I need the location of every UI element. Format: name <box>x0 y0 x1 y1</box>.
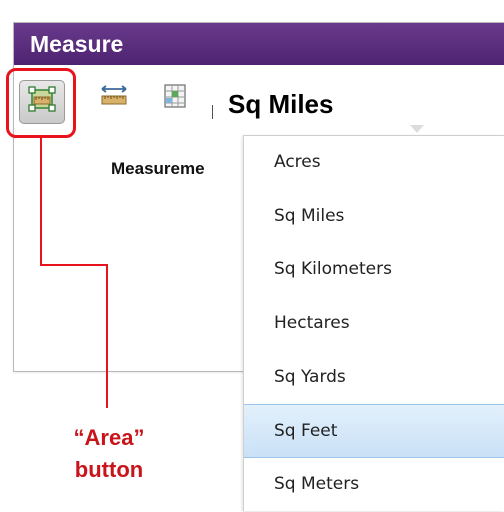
toolbar-separator <box>212 105 213 119</box>
callout-line-horizontal <box>40 264 108 266</box>
area-button-callout: “Area” button <box>50 422 168 486</box>
measurement-label: Measureme <box>111 159 205 178</box>
unit-option-acres[interactable]: Acres <box>244 136 504 190</box>
callout-line-vertical-1 <box>40 137 42 265</box>
panel-title: Measure <box>14 23 504 65</box>
unit-option-sq-feet[interactable]: Sq Feet <box>244 404 504 459</box>
unit-option-sq-yards[interactable]: Sq Yards <box>244 351 504 405</box>
measure-toolbar: Sq Miles <box>14 65 504 135</box>
unit-option-sq-meters[interactable]: Sq Meters <box>244 458 504 512</box>
unit-select[interactable]: Sq Miles <box>228 89 333 119</box>
location-grid-icon <box>160 81 190 115</box>
distance-ruler-icon <box>98 81 130 115</box>
unit-option-sq-kilometers[interactable]: Sq Kilometers <box>244 243 504 297</box>
units-dropdown: Acres Sq Miles Sq Kilometers Hectares Sq… <box>243 135 504 511</box>
chevron-down-icon[interactable] <box>410 125 424 133</box>
callout-line2: button <box>74 457 144 482</box>
callout-line1: “Area” <box>73 425 145 450</box>
unit-option-hectares[interactable]: Hectares <box>244 297 504 351</box>
area-button-highlight <box>6 68 76 138</box>
distance-button[interactable] <box>95 79 133 117</box>
callout-line-vertical-2 <box>106 264 108 408</box>
unit-option-sq-miles[interactable]: Sq Miles <box>244 190 504 244</box>
location-button[interactable] <box>156 79 194 117</box>
